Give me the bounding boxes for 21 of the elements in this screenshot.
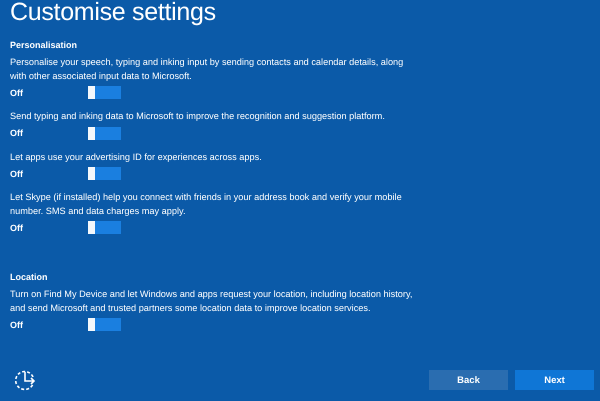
toggle-state-label: Off — [10, 128, 24, 138]
back-button[interactable]: Back — [429, 370, 508, 390]
toggle-switch[interactable] — [88, 167, 121, 180]
setting-description: Turn on Find My Device and let Windows and apps request your location, including location history, and send Microsoft and trusted partners some location data to improve location services. — [10, 288, 414, 315]
toggle-state-label: Off — [10, 222, 24, 232]
setting-description: Let Skype (if installed) help you connect with friends in your address book and verify your mobile number. SMS and data charges may apply. — [10, 191, 403, 218]
toggle-state-label: Off — [10, 320, 24, 330]
section-heading: Location — [10, 272, 48, 282]
next-button[interactable]: Next — [515, 370, 594, 390]
page-title: Customise settings — [10, 0, 217, 27]
toggle-switch[interactable] — [88, 221, 121, 234]
toggle-switch[interactable] — [88, 86, 121, 99]
ease-of-access-icon[interactable] — [13, 368, 37, 392]
section-heading: Personalisation — [10, 40, 78, 50]
setting-description: Let apps use your advertising ID for experiences across apps. — [10, 150, 263, 164]
toggle-state-label: Off — [10, 88, 24, 98]
toggle-switch[interactable] — [88, 318, 121, 331]
setting-description: Send typing and inking data to Microsoft to improve the recognition and suggestion platform. — [10, 110, 386, 123]
toggle-state-label: Off — [10, 168, 24, 178]
setting-description: Personalise your speech, typing and inking input by sending contacts and calendar details, along with other associated input data to Microsoft. — [10, 56, 404, 83]
toggle-switch[interactable] — [88, 126, 121, 140]
